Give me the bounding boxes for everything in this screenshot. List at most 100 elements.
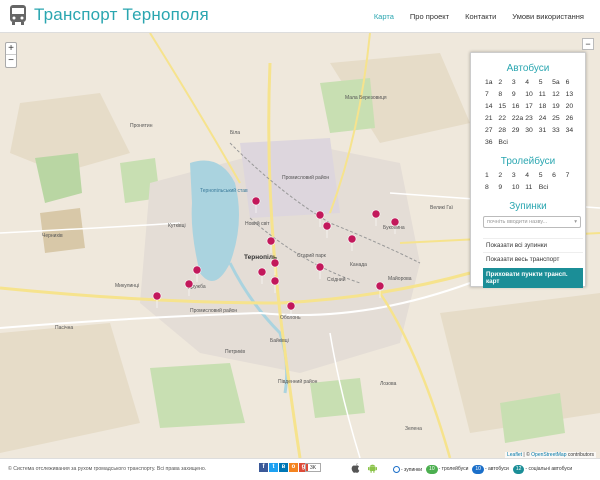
stop-marker [270, 258, 280, 276]
bus-icon [10, 5, 26, 25]
bus-route-5a[interactable]: 5a [552, 78, 565, 87]
bus-route-29[interactable]: 29 [512, 126, 525, 135]
menu-item-about[interactable]: Про проект [402, 11, 457, 23]
trolley-route-2[interactable]: 2 [498, 171, 511, 180]
trolley-route-grid: 1 2 3 4 5 6 7 8 9 10 11 Всі [477, 171, 579, 192]
bus-route-12[interactable]: 12 [552, 90, 565, 99]
legend-stops: - зупинки [401, 466, 423, 473]
social-bus-badge: 12 [512, 465, 525, 474]
stop-ring-icon [393, 466, 400, 473]
stop-marker [390, 217, 400, 235]
bus-route-22[interactable]: 22 [498, 114, 511, 123]
bus-route-22a[interactable]: 22a [512, 114, 525, 123]
social-buttons: f t в o g [259, 463, 308, 472]
bus-route-18[interactable]: 18 [539, 102, 552, 111]
chevron-down-icon: ▾ [574, 219, 577, 225]
trolley-route-5[interactable]: 5 [539, 171, 552, 180]
bus-route-28[interactable]: 28 [498, 126, 511, 135]
bus-route-17[interactable]: 17 [525, 102, 538, 111]
odnoklassniki-icon[interactable]: o [289, 463, 298, 472]
stop-marker [270, 276, 280, 294]
android-icon[interactable] [368, 463, 377, 473]
bus-route-25[interactable]: 25 [552, 114, 565, 123]
bus-route-1a[interactable]: 1a [485, 78, 498, 87]
bus-route-2[interactable]: 2 [498, 78, 511, 87]
stop-marker [371, 209, 381, 227]
menu-item-contacts[interactable]: Контакти [457, 11, 504, 23]
bus-route-23[interactable]: 23 [525, 114, 538, 123]
zoom-in-button[interactable]: + [6, 43, 16, 55]
stops-title: Зупинки [509, 201, 547, 212]
buses-title: Автобуси [506, 63, 550, 74]
bus-route-13[interactable]: 13 [566, 90, 579, 99]
apple-icon[interactable] [351, 463, 360, 473]
bus-route-27[interactable]: 27 [485, 126, 498, 135]
stop-marker [315, 262, 325, 280]
menu-item-terms[interactable]: Умови використання [504, 11, 592, 23]
stop-search-placeholder: почніть вводити назву... [487, 219, 548, 225]
bus-route-4[interactable]: 4 [525, 78, 538, 87]
share-counter: 3K [305, 463, 321, 472]
brand[interactable]: Транспорт Тернополя [8, 4, 209, 26]
show-all-stops-button[interactable]: Показати всі зупинки [483, 238, 583, 252]
bus-route-34[interactable]: 34 [566, 126, 579, 135]
app-links [351, 463, 377, 473]
bus-route-31[interactable]: 31 [539, 126, 552, 135]
trolley-route-7[interactable]: 7 [566, 171, 579, 180]
app-title: Транспорт Тернополя [34, 5, 209, 24]
trolley-route-all[interactable]: Всі [539, 183, 552, 192]
bus-route-30[interactable]: 30 [525, 126, 538, 135]
bus-route-21[interactable]: 21 [485, 114, 498, 123]
bus-route-26[interactable]: 26 [566, 114, 579, 123]
trolley-route-3[interactable]: 3 [512, 171, 525, 180]
trolley-route-9[interactable]: 9 [498, 183, 511, 192]
bus-route-19[interactable]: 19 [552, 102, 565, 111]
trolley-route-8[interactable]: 8 [485, 183, 498, 192]
bus-route-9[interactable]: 9 [512, 90, 525, 99]
bus-route-24[interactable]: 24 [539, 114, 552, 123]
stop-marker [322, 221, 332, 239]
bus-route-16[interactable]: 16 [512, 102, 525, 111]
stop-marker [266, 236, 276, 254]
panel-collapse-button[interactable]: − [582, 38, 594, 50]
bus-route-33[interactable]: 33 [552, 126, 565, 135]
trolley-route-10[interactable]: 10 [512, 183, 525, 192]
bus-route-8[interactable]: 8 [498, 90, 511, 99]
stop-marker [257, 267, 267, 285]
bus-badge: 10 [472, 465, 484, 474]
trolley-route-1[interactable]: 1 [485, 171, 498, 180]
trolley-route-6[interactable]: 6 [552, 171, 565, 180]
bus-route-all[interactable]: Всі [498, 138, 511, 147]
stop-marker [184, 279, 194, 297]
stop-marker [192, 265, 202, 283]
trolley-route-11[interactable]: 11 [525, 183, 538, 192]
stop-search-input[interactable]: почніть вводити назву... ▾ [483, 216, 581, 228]
stop-marker [375, 281, 385, 299]
bus-route-15[interactable]: 15 [498, 102, 511, 111]
menu-item-map[interactable]: Карта [366, 11, 402, 23]
legend-buses: - автобуси [484, 466, 509, 472]
zoom-control: + − [5, 42, 17, 68]
trolley-route-4[interactable]: 4 [525, 171, 538, 180]
bus-route-5[interactable]: 5 [539, 78, 552, 87]
footer: © Система отслеживания за рухом громадсь… [0, 458, 600, 480]
bus-route-20[interactable]: 20 [566, 102, 579, 111]
hide-card-points-button[interactable]: Приховати пункти трансп. карт [483, 268, 583, 288]
bus-route-14[interactable]: 14 [485, 102, 498, 111]
vk-icon[interactable]: в [279, 463, 288, 472]
stop-marker [347, 234, 357, 252]
facebook-icon[interactable]: f [259, 463, 268, 472]
bus-route-3[interactable]: 3 [512, 78, 525, 87]
stop-marker [251, 196, 261, 214]
trolleys-title: Тролейбуси [500, 156, 556, 167]
zoom-out-button[interactable]: − [6, 55, 16, 67]
show-all-transport-button[interactable]: Показати весь транспорт [483, 252, 583, 266]
twitter-icon[interactable]: t [269, 463, 278, 472]
bus-route-7[interactable]: 7 [485, 90, 498, 99]
bus-route-6[interactable]: 6 [566, 78, 579, 87]
bus-route-36[interactable]: 36 [485, 138, 498, 147]
copyright-text: © Система отслеживания за рухом громадсь… [8, 466, 207, 472]
stop-marker [315, 210, 325, 228]
bus-route-11[interactable]: 11 [539, 90, 552, 99]
bus-route-10[interactable]: 10 [525, 90, 538, 99]
